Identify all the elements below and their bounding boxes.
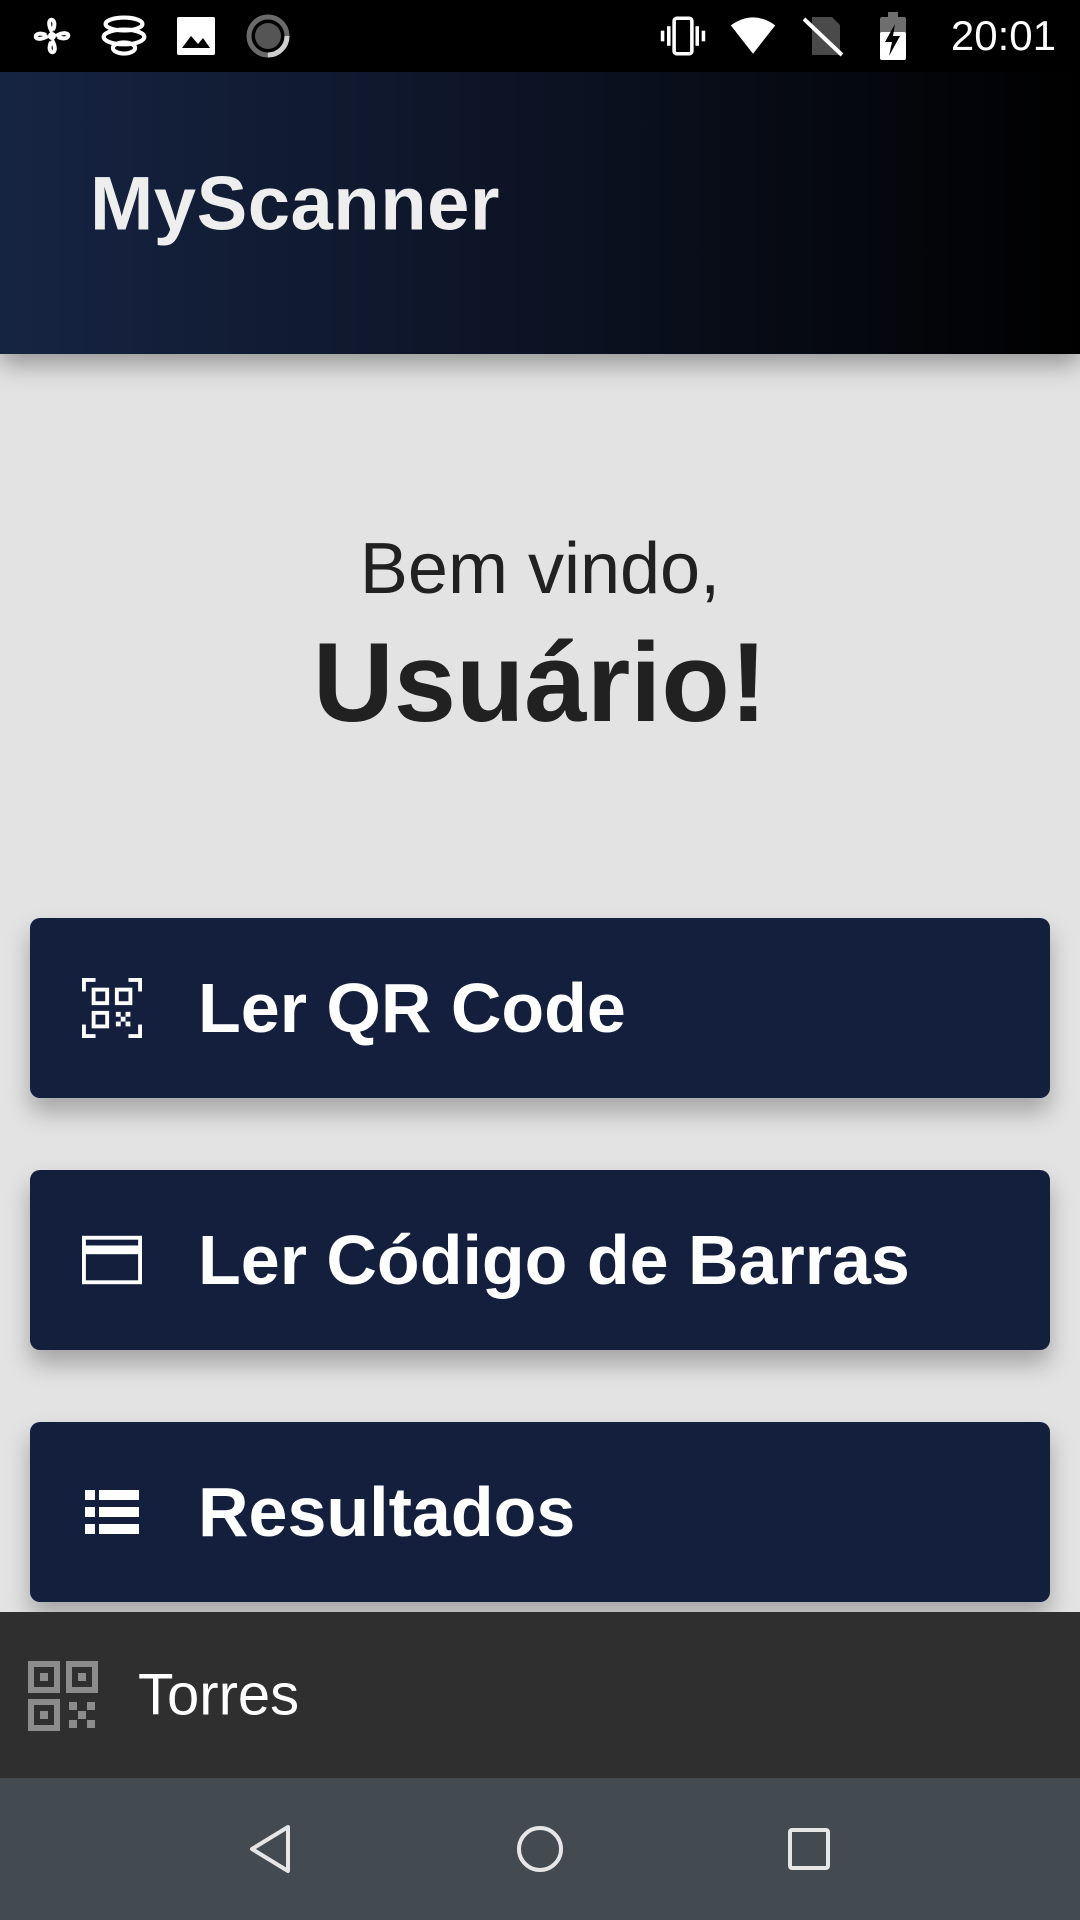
no-sim-icon [799, 12, 847, 60]
battery-charging-icon [869, 12, 917, 60]
qr-code-icon [28, 1661, 98, 1731]
read-qr-code-button[interactable]: Ler QR Code [30, 918, 1050, 1098]
results-button[interactable]: Resultados [30, 1422, 1050, 1602]
app-bar: MyScanner [0, 72, 1080, 354]
results-label: Resultados [198, 1473, 576, 1551]
wifi-calling-icon [100, 12, 148, 60]
read-qr-code-label: Ler QR Code [198, 969, 626, 1047]
recents-icon[interactable] [779, 1819, 839, 1879]
bottom-item-torres[interactable]: Torres [0, 1612, 1080, 1778]
loading-icon [244, 12, 292, 60]
read-barcode-button[interactable]: Ler Código de Barras [30, 1170, 1050, 1350]
app-title: MyScanner [90, 161, 500, 247]
status-bar-notifications [28, 12, 292, 60]
navigation-bar [0, 1778, 1080, 1920]
status-bar-system: 20:01 [659, 12, 1056, 60]
back-icon[interactable] [240, 1819, 300, 1879]
bottom-item-label: Torres [138, 1662, 300, 1728]
welcome-greeting: Bem vindo, [359, 529, 721, 609]
wifi-icon [729, 12, 777, 60]
list-icon [82, 1482, 142, 1542]
home-icon[interactable] [510, 1819, 570, 1879]
read-barcode-label: Ler Código de Barras [198, 1221, 910, 1299]
qr-scan-icon [82, 978, 142, 1038]
screen: 20:01 MyScanner Bem vindo, Usuário! Ler … [0, 0, 1080, 1920]
status-bar: 20:01 [0, 0, 1080, 72]
card-icon [82, 1230, 142, 1290]
image-icon [172, 12, 220, 60]
status-time: 20:01 [950, 12, 1056, 59]
vibrate-icon [659, 12, 707, 60]
fan-icon [28, 12, 76, 60]
welcome-user: Usuário! [312, 620, 768, 745]
